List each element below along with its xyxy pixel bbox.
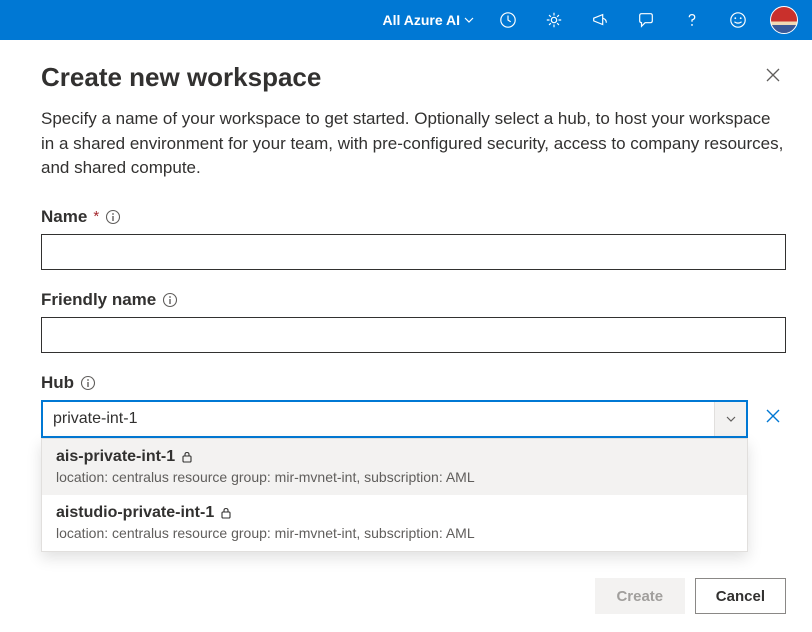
close-button[interactable] (760, 62, 786, 93)
close-icon (764, 407, 782, 425)
friendly-name-label: Friendly name (41, 290, 156, 310)
scope-label: All Azure AI (382, 12, 460, 28)
avatar (770, 6, 798, 34)
field-friendly-name: Friendly name (41, 290, 786, 353)
field-hub: Hub ais-private-int-1 (41, 373, 786, 438)
close-icon (764, 66, 782, 84)
lock-icon (219, 506, 233, 520)
megaphone-icon[interactable] (582, 0, 618, 40)
friendly-name-input[interactable] (41, 317, 786, 353)
chevron-down-icon (725, 413, 737, 425)
hub-option[interactable]: aistudio-private-int-1 location: central… (42, 495, 747, 551)
hub-option[interactable]: ais-private-int-1 location: centralus re… (42, 439, 747, 495)
gear-icon[interactable] (536, 0, 572, 40)
create-button[interactable]: Create (595, 578, 685, 614)
hub-option-sub: location: centralus resource group: mir-… (56, 525, 733, 541)
hub-label: Hub (41, 373, 74, 393)
scope-selector[interactable]: All Azure AI (376, 0, 480, 40)
cancel-button[interactable]: Cancel (695, 578, 786, 614)
clock-icon[interactable] (490, 0, 526, 40)
chevron-down-icon (464, 15, 474, 25)
name-label: Name (41, 207, 87, 227)
create-workspace-panel: Create new workspace Specify a name of y… (15, 40, 812, 632)
field-name: Name * (41, 207, 786, 270)
chat-icon[interactable] (628, 0, 664, 40)
hub-dropdown-list: ais-private-int-1 location: centralus re… (41, 438, 748, 552)
info-icon[interactable] (80, 375, 96, 391)
hub-clear-button[interactable] (760, 403, 786, 434)
hub-option-title: aistudio-private-int-1 (56, 504, 214, 522)
hub-dropdown-toggle[interactable] (714, 402, 746, 436)
hub-combobox: ais-private-int-1 location: centralus re… (41, 400, 748, 438)
panel-title: Create new workspace (41, 62, 321, 93)
info-icon[interactable] (105, 209, 121, 225)
help-icon[interactable] (674, 0, 710, 40)
lock-icon (180, 450, 194, 464)
user-avatar[interactable] (766, 0, 802, 40)
name-input[interactable] (41, 234, 786, 270)
hub-input[interactable] (43, 402, 714, 436)
required-indicator: * (93, 208, 99, 225)
feedback-smiley-icon[interactable] (720, 0, 756, 40)
panel-description: Specify a name of your workspace to get … (41, 107, 786, 181)
hub-option-title: ais-private-int-1 (56, 448, 175, 466)
top-bar: All Azure AI (0, 0, 812, 40)
info-icon[interactable] (162, 292, 178, 308)
panel-footer: Create Cancel (595, 578, 786, 614)
hub-option-sub: location: centralus resource group: mir-… (56, 469, 733, 485)
